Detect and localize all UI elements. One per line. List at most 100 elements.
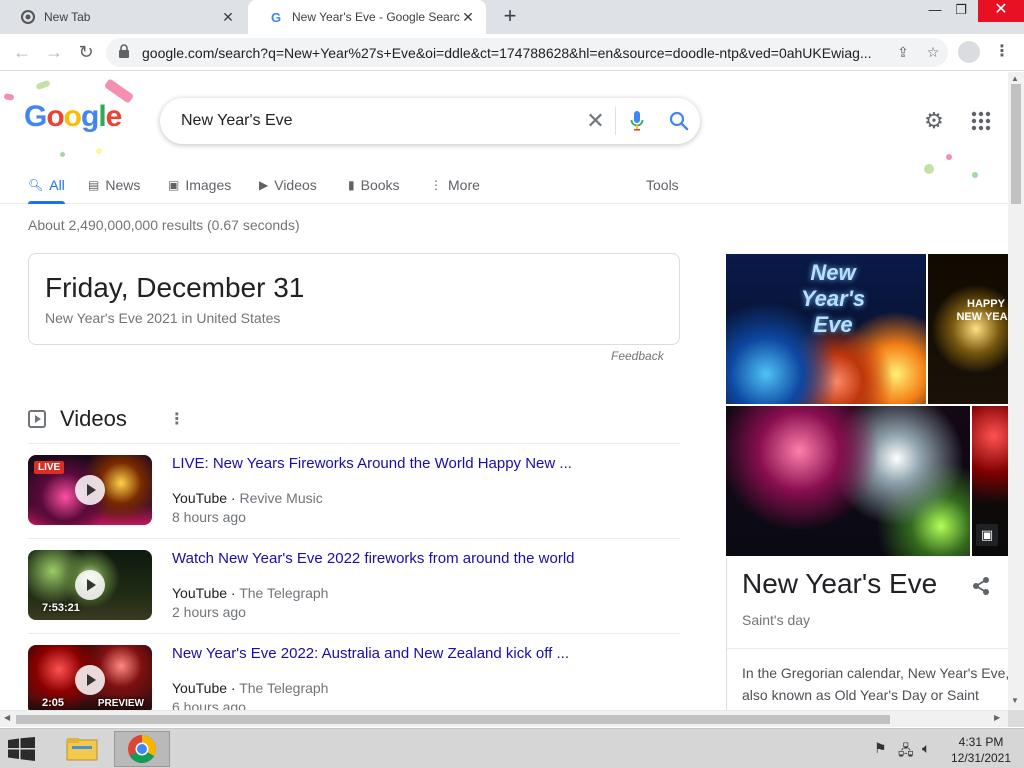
tab-all[interactable]: 🔍︎ All: [28, 172, 65, 204]
file-explorer-icon[interactable]: [54, 731, 110, 767]
scroll-up-arrow-icon[interactable]: ▲: [1011, 74, 1019, 83]
clear-search-icon[interactable]: ✕: [576, 107, 616, 135]
confetti-decoration: [3, 93, 15, 101]
kp-subtitle: Saint's day: [742, 612, 811, 628]
video-result[interactable]: 2:05 PREVIEW New Year's Eve 2022: Austra…: [28, 645, 680, 710]
forward-button[interactable]: →: [42, 40, 66, 64]
share-icon[interactable]: [971, 576, 991, 602]
search-box[interactable]: New Year's Eve ✕: [160, 98, 700, 144]
video-result[interactable]: 7:53:21 Watch New Year's Eve 2022 firewo…: [28, 550, 680, 630]
logo-letter: e: [105, 100, 123, 133]
feedback-link[interactable]: Feedback: [611, 349, 664, 363]
google-icon: G: [270, 9, 282, 25]
volume-muted-icon[interactable]: 🔈︎: [922, 740, 930, 757]
logo-letter: o: [63, 100, 82, 133]
kp-image-caption: HAPPY NEW YEAR: [956, 298, 1008, 323]
confetti-decoration: [96, 148, 102, 154]
settings-gear-icon[interactable]: ⚙: [922, 110, 946, 134]
reload-button[interactable]: ↻: [74, 40, 98, 64]
kp-image[interactable]: ▣: [972, 406, 1008, 556]
search-page: Google New Year's Eve ✕ ⚙ 🔍︎ All ▤ News ▣ I…: [0, 72, 1008, 710]
date-answer-subtitle: New Year's Eve 2021 in United States: [45, 310, 281, 326]
video-duration: 7:53:21: [42, 602, 80, 614]
kp-image[interactable]: HAPPY NEW YEAR: [928, 254, 1008, 404]
taskbar-clock[interactable]: 4:31 PM 12/31/2021: [948, 734, 1014, 766]
video-thumbnail[interactable]: 2:05 PREVIEW: [28, 645, 152, 710]
video-title-link[interactable]: New Year's Eve 2022: Australia and New Z…: [172, 645, 569, 662]
close-tab-icon[interactable]: ✕: [460, 9, 476, 26]
video-time: 8 hours ago: [172, 509, 246, 525]
more-options-icon[interactable]: ⋮: [169, 409, 185, 429]
video-thumbnail[interactable]: LIVE: [28, 455, 152, 525]
back-button[interactable]: ←: [10, 40, 34, 64]
tab-strip: New Tab ✕ G New Year's Eve - Google Sear…: [0, 0, 1024, 34]
tab-more[interactable]: ⋮ More: [430, 172, 480, 198]
browser-tab-new-tab[interactable]: New Tab ✕: [0, 0, 246, 34]
kp-description: In the Gregorian calendar, New Year's Ev…: [742, 665, 1008, 710]
video-title-link[interactable]: LIVE: New Years Fireworks Around the Wor…: [172, 455, 572, 472]
scrollbar-thumb[interactable]: [16, 715, 890, 724]
tab-videos[interactable]: ▶ Videos: [259, 172, 317, 198]
search-tabs: 🔍︎ All ▤ News ▣ Images ▶ Videos ▮ Books ⋮ More…: [0, 168, 1008, 204]
more-icon: ⋮: [430, 178, 442, 192]
divider: [727, 648, 1008, 649]
google-apps-icon[interactable]: [970, 110, 992, 132]
video-platform: YouTube: [172, 490, 228, 506]
kp-image-caption: New Year's Eve: [800, 260, 866, 337]
knowledge-panel-images: New Year's Eve HAPPY NEW YEAR ▣: [726, 254, 1008, 556]
browser-menu-icon[interactable]: ⋮: [994, 41, 1010, 61]
tab-books[interactable]: ▮ Books: [348, 172, 400, 198]
video-title-link[interactable]: Watch New Year's Eve 2022 fireworks from…: [172, 550, 575, 567]
video-duration: 2:05: [42, 697, 65, 709]
scroll-right-arrow-icon[interactable]: ▶: [994, 713, 1000, 722]
search-icon: 🔍︎: [28, 178, 44, 192]
search-icon[interactable]: [658, 111, 700, 131]
tab-news[interactable]: ▤ News: [88, 172, 140, 198]
microphone-icon[interactable]: [616, 110, 658, 132]
vertical-scrollbar[interactable]: ▲ ▼: [1008, 72, 1024, 710]
profile-avatar[interactable]: [958, 41, 980, 63]
google-doodle-logo[interactable]: Google: [24, 100, 123, 134]
date-answer: Friday, December 31: [45, 272, 305, 303]
new-tab-button[interactable]: +: [498, 5, 522, 29]
video-thumbnail[interactable]: 7:53:21: [28, 550, 152, 620]
scroll-left-arrow-icon[interactable]: ◀: [4, 713, 10, 722]
chrome-icon: [20, 9, 36, 25]
url-text: google.com/search?q=New+Year%27s+Eve&oi=…: [142, 44, 872, 61]
search-input[interactable]: New Year's Eve: [181, 112, 576, 130]
horizontal-scrollbar[interactable]: ◀ ▶: [0, 710, 1008, 727]
video-result[interactable]: LIVE LIVE: New Years Fireworks Around th…: [28, 455, 680, 535]
browser-tab-search[interactable]: G New Year's Eve - Google Search ✕: [248, 0, 486, 34]
videos-heading: Videos: [60, 406, 127, 431]
chrome-taskbar-icon[interactable]: [114, 731, 170, 767]
windows-start-button[interactable]: [8, 737, 38, 761]
news-icon: ▤: [88, 178, 100, 192]
flag-notification-icon[interactable]: ⚑: [874, 740, 887, 757]
kp-image[interactable]: [726, 406, 970, 556]
scrollbar-thumb[interactable]: [1011, 84, 1021, 204]
play-icon: [75, 665, 105, 695]
close-window-button[interactable]: ✕: [978, 0, 1024, 22]
bookmark-star-icon[interactable]: ☆: [918, 44, 948, 61]
tab-label: Videos: [274, 177, 317, 193]
network-icon[interactable]: 🖧︎: [898, 740, 914, 764]
share-icon[interactable]: ⇪: [888, 44, 918, 61]
browser-toolbar: ← → ↻ google.com/search?q=New+Year%27s+E…: [0, 34, 1024, 71]
more-images-icon[interactable]: ▣: [976, 524, 998, 546]
scroll-down-arrow-icon[interactable]: ▼: [1011, 696, 1019, 705]
tab-title: New Tab: [44, 10, 91, 24]
maximize-button[interactable]: ❐: [944, 0, 978, 22]
kp-image[interactable]: New Year's Eve: [726, 254, 926, 404]
tools-button[interactable]: Tools: [646, 172, 679, 198]
knowledge-panel: New Year's Eve Saint's day In the Gregor…: [726, 558, 1008, 710]
tab-images[interactable]: ▣ Images: [168, 172, 231, 198]
address-bar[interactable]: google.com/search?q=New+Year%27s+Eve&oi=…: [106, 38, 948, 67]
tab-label: Books: [360, 177, 400, 193]
preview-label: PREVIEW: [97, 698, 144, 709]
lock-icon: [118, 44, 132, 61]
close-tab-icon[interactable]: ✕: [220, 9, 236, 26]
tab-label: News: [105, 177, 141, 193]
play-icon: [75, 570, 105, 600]
video-icon: ▶: [259, 178, 269, 192]
kp-title: New Year's Eve: [742, 568, 938, 599]
